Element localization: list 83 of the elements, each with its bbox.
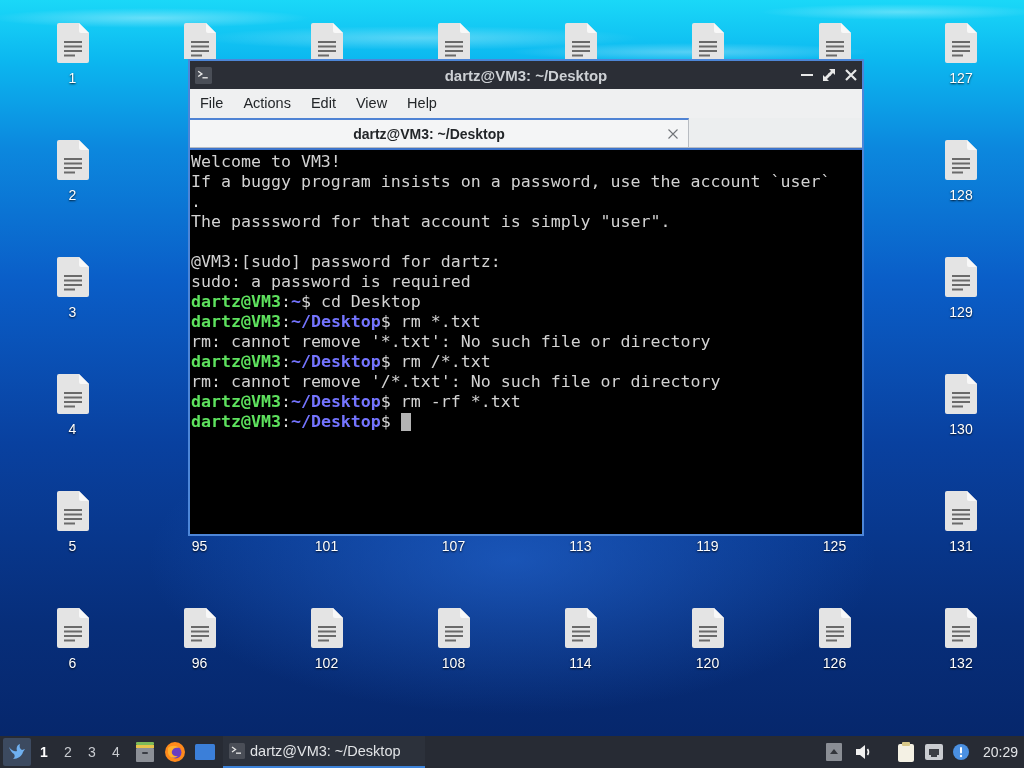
file-name[interactable]: 131 <box>949 538 973 554</box>
terminal-icon <box>229 743 245 759</box>
file-name[interactable]: 126 <box>822 655 847 671</box>
terminal-line: dartz@VM3:~/Desktop$ rm *.txt <box>191 312 481 332</box>
menu-item[interactable]: View <box>345 91 398 116</box>
document-icon[interactable] <box>564 23 597 59</box>
terminal-screen[interactable] <box>190 148 862 534</box>
document-icon[interactable] <box>945 491 977 531</box>
clock: 20:29 <box>982 744 1018 760</box>
file-name[interactable]: 113 <box>569 538 592 554</box>
file-name[interactable]: 95 <box>191 538 208 554</box>
file-name[interactable]: 132 <box>949 655 973 671</box>
file-cabinet-icon[interactable] <box>135 742 155 762</box>
clipboard-icon[interactable] <box>896 742 915 762</box>
workspace-button[interactable]: 4 <box>104 738 128 766</box>
alert-icon[interactable] <box>952 744 969 760</box>
file-name[interactable]: 101 <box>314 538 339 554</box>
document-icon[interactable] <box>56 23 89 63</box>
terminal-line: dartz@VM3:~$ cd Desktop <box>191 292 421 312</box>
document-icon[interactable] <box>945 23 977 63</box>
document-icon[interactable] <box>691 23 724 59</box>
document-icon[interactable] <box>437 23 470 59</box>
menu-item[interactable]: Edit <box>300 91 346 116</box>
start-button[interactable] <box>3 738 31 766</box>
terminal-line: dartz@VM3:~/Desktop$ <box>191 412 391 432</box>
file-name[interactable]: 2 <box>68 187 77 203</box>
document-icon[interactable] <box>56 374 89 414</box>
document-icon[interactable] <box>818 23 851 59</box>
tab[interactable]: dartz@VM3: ~/Desktop <box>190 118 689 147</box>
document-icon[interactable] <box>691 608 724 648</box>
file-name[interactable]: 128 <box>949 187 973 203</box>
terminal-line: rm: cannot remove '*.txt': No such file or directory <box>191 332 711 352</box>
task-button[interactable]: dartz@VM3: ~/Desktop <box>223 736 425 768</box>
document-icon[interactable] <box>945 140 977 180</box>
file-name[interactable]: 120 <box>695 655 720 671</box>
file-name[interactable]: 119 <box>696 538 719 554</box>
document-icon[interactable] <box>945 374 977 414</box>
file-name[interactable]: 129 <box>949 304 973 320</box>
file-name[interactable]: 130 <box>949 421 973 437</box>
menu-item[interactable]: Help <box>397 91 447 116</box>
terminal-line: . <box>191 192 201 212</box>
terminal-icon <box>195 66 212 84</box>
document-icon[interactable] <box>310 23 343 59</box>
document-icon[interactable] <box>183 608 216 648</box>
document-icon[interactable] <box>56 491 89 531</box>
file-name[interactable]: 102 <box>314 655 339 671</box>
menu-item[interactable]: Actions <box>233 91 301 116</box>
document-icon[interactable] <box>183 23 216 59</box>
file-name[interactable]: 108 <box>441 655 466 671</box>
file-name[interactable]: 4 <box>68 421 77 437</box>
file-name[interactable]: 114 <box>569 655 592 671</box>
document-icon[interactable] <box>945 257 977 297</box>
terminal-line: The passsword for that account is simply "user". <box>191 212 671 232</box>
terminal-line: If a buggy program insists on a password, use the account `user` <box>191 172 831 192</box>
network-port-icon[interactable] <box>924 743 943 761</box>
file-name[interactable]: 96 <box>191 655 208 671</box>
document-icon[interactable] <box>56 608 89 648</box>
globe-icon[interactable] <box>165 742 185 762</box>
document-icon[interactable] <box>564 608 597 648</box>
bird-logo-icon <box>7 742 27 762</box>
terminal-line: Welcome to VM3! <box>191 152 341 172</box>
file-name[interactable]: 5 <box>68 538 77 554</box>
maximize-icon[interactable] <box>823 69 835 81</box>
document-icon[interactable] <box>818 608 851 648</box>
file-name[interactable]: 6 <box>68 655 77 671</box>
workspace-button[interactable]: 2 <box>56 738 80 766</box>
menu-item[interactable]: File <box>190 91 234 116</box>
file-name[interactable]: 125 <box>822 538 847 554</box>
terminal-line: @VM3:[sudo] password for dartz: <box>191 252 501 272</box>
document-icon[interactable] <box>945 608 977 648</box>
document-icon[interactable] <box>310 608 343 648</box>
document-icon[interactable] <box>437 608 470 648</box>
terminal-line: sudo: a password is required <box>191 272 471 292</box>
file-name[interactable]: 107 <box>441 538 466 554</box>
window-title: dartz@VM3: ~/Desktop <box>443 66 609 84</box>
terminal-line: rm: cannot remove '/*.txt': No such file or directory <box>191 372 721 392</box>
workspace-button[interactable]: 1 <box>32 738 56 766</box>
document-icon[interactable] <box>56 140 89 180</box>
terminal-line: dartz@VM3:~/Desktop$ rm -rf *.txt <box>191 392 521 412</box>
workspace-button[interactable]: 3 <box>80 738 104 766</box>
terminal-line: dartz@VM3:~/Desktop$ rm /*.txt <box>191 352 491 372</box>
file-name[interactable]: 3 <box>68 304 77 320</box>
document-icon[interactable] <box>56 257 89 297</box>
